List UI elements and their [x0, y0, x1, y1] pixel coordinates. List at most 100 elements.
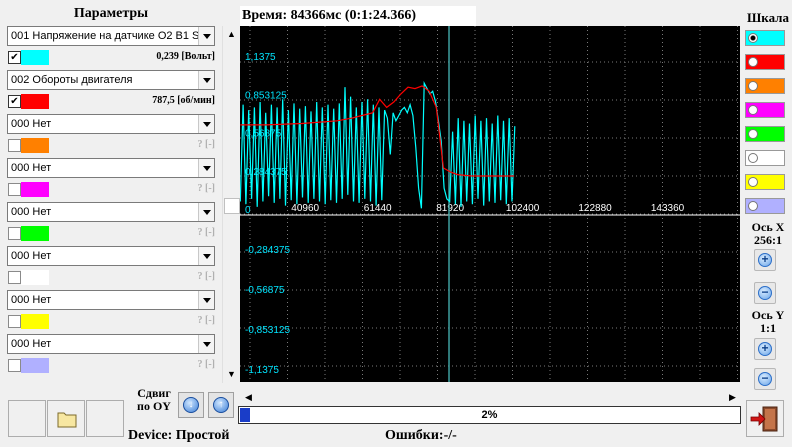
- channel-enable-checkbox[interactable]: ✔: [8, 51, 21, 64]
- x-tick-label: 81920: [436, 203, 464, 214]
- sensor-select-4[interactable]: 000 Нет: [7, 158, 215, 178]
- sensor-select-value: 001 Напряжение на датчике O2 B1 S: [11, 30, 198, 42]
- radio-icon: [748, 33, 758, 43]
- scale-color-option[interactable]: [745, 126, 785, 142]
- channel-color-swatch: [21, 94, 49, 109]
- channel-value: ? [-]: [197, 271, 216, 282]
- chevron-down-icon[interactable]: [198, 247, 214, 265]
- scroll-left-icon[interactable]: ◀: [240, 389, 257, 406]
- errors-status: Ошибки:-/-: [385, 428, 457, 443]
- arrow-up-icon: ↑: [213, 397, 229, 413]
- scale-color-option[interactable]: [745, 150, 785, 166]
- progress-bar: 2%: [238, 406, 741, 424]
- sensor-select-3[interactable]: 000 Нет: [7, 114, 215, 134]
- channel-value: ? [-]: [197, 227, 216, 238]
- chevron-down-icon[interactable]: [198, 27, 214, 45]
- progress-text: 2%: [481, 409, 498, 421]
- axis-y-zoom-in-button[interactable]: +: [754, 338, 776, 360]
- sensor-select-2[interactable]: 002 Обороты двигателя: [7, 70, 215, 90]
- radio-icon: [748, 81, 758, 91]
- exit-button[interactable]: [746, 400, 784, 437]
- scale-color-option[interactable]: [745, 102, 785, 118]
- channel-enable-checkbox[interactable]: ✔: [8, 95, 21, 108]
- channel-color-swatch: [21, 50, 49, 65]
- zoom-in-icon: +: [758, 253, 772, 267]
- axis-y-value: 1:1: [760, 321, 776, 335]
- x-tick-label: 40960: [291, 203, 319, 214]
- channel-value: ? [-]: [197, 359, 216, 370]
- axis-x-zoom-out-button[interactable]: −: [754, 282, 776, 304]
- channel-color-swatch: [21, 314, 49, 329]
- x-tick-label: 143360: [651, 203, 685, 214]
- zoom-out-icon: −: [758, 372, 772, 386]
- radio-icon: [748, 177, 758, 187]
- shift-up-button[interactable]: ↑: [208, 392, 234, 418]
- radio-icon: [748, 129, 758, 139]
- channel-color-swatch: [21, 226, 49, 241]
- x-tick-label: 61440: [364, 203, 392, 214]
- chart-area[interactable]: 1,1375 0,853125 0,56875 0,284375 0 -0,284375-…: [240, 26, 740, 382]
- x-tick-label: 102400: [506, 203, 540, 214]
- channel-value: ? [-]: [197, 139, 216, 150]
- time-scrollbar[interactable]: ◀ ▶: [240, 389, 742, 406]
- radio-icon: [748, 105, 758, 115]
- chevron-down-icon[interactable]: [198, 115, 214, 133]
- sensor-select-value: 000 Нет: [11, 294, 52, 306]
- channel-color-swatch: [21, 138, 49, 153]
- scroll-down-icon[interactable]: ▼: [223, 366, 240, 383]
- sensor-select-7[interactable]: 000 Нет: [7, 290, 215, 310]
- chevron-down-icon[interactable]: [198, 71, 214, 89]
- scroll-up-icon[interactable]: ▲: [223, 26, 240, 43]
- channel-enable-checkbox[interactable]: [8, 183, 21, 196]
- channel-color-swatch: [21, 270, 49, 285]
- sensor-select-5[interactable]: 000 Нет: [7, 202, 215, 222]
- channel-value: ? [-]: [197, 315, 216, 326]
- channel-enable-checkbox[interactable]: [8, 271, 21, 284]
- sensor-select-6[interactable]: 000 Нет: [7, 246, 215, 266]
- params-scrollbar[interactable]: ▲ ▼: [222, 26, 240, 383]
- scale-title: Шкала: [747, 10, 789, 25]
- blank-button-1[interactable]: [8, 400, 46, 437]
- folder-icon: [57, 412, 77, 428]
- series-line-1: [240, 80, 516, 209]
- sensor-select-8[interactable]: 000 Нет: [7, 334, 215, 354]
- open-folder-button[interactable]: [47, 400, 85, 437]
- scale-color-option[interactable]: [745, 174, 785, 190]
- sensor-select-value: 000 Нет: [11, 338, 52, 350]
- chevron-down-icon[interactable]: [198, 203, 214, 221]
- exit-door-icon: [750, 406, 778, 432]
- axis-y-zoom-out-button[interactable]: −: [754, 368, 776, 390]
- channel-enable-checkbox[interactable]: [8, 139, 21, 152]
- sensor-select-value: 000 Нет: [11, 250, 52, 262]
- channel-enable-checkbox[interactable]: [8, 227, 21, 240]
- chart-svg: 1,13750,8531250,568750,2843750-0,284375-…: [240, 26, 740, 382]
- y-tick-label: 0,853125: [245, 90, 287, 101]
- radio-icon: [748, 201, 758, 211]
- chevron-down-icon[interactable]: [198, 335, 214, 353]
- scroll-right-icon[interactable]: ▶: [724, 389, 741, 406]
- scale-color-option[interactable]: [745, 54, 785, 70]
- channel-value: ? [-]: [197, 183, 216, 194]
- chevron-down-icon[interactable]: [198, 159, 214, 177]
- channel-enable-checkbox[interactable]: [8, 315, 21, 328]
- channel-value: 787,5 [об/мин]: [152, 95, 215, 106]
- chevron-down-icon[interactable]: [198, 291, 214, 309]
- blank-button-2[interactable]: [86, 400, 124, 437]
- time-label: Время: 84366мс (0:1:24.366): [240, 6, 476, 26]
- sensor-select-value: 000 Нет: [11, 206, 52, 218]
- shift-down-button[interactable]: ↓: [178, 392, 204, 418]
- sensor-select-1[interactable]: 001 Напряжение на датчике O2 B1 S: [7, 26, 215, 46]
- sensor-select-value: 000 Нет: [11, 162, 52, 174]
- scale-color-option[interactable]: [745, 30, 785, 46]
- shift-oy-label: Сдвиг по OY: [137, 386, 171, 413]
- params-title: Параметры: [73, 6, 149, 21]
- scale-color-option[interactable]: [745, 78, 785, 94]
- y-tick-label: -0,284375: [245, 245, 290, 256]
- channel-enable-checkbox[interactable]: [8, 359, 21, 372]
- y-tick-label: -1,1375: [245, 365, 279, 376]
- axis-x-zoom-in-button[interactable]: +: [754, 249, 776, 271]
- axis-x-value: 256:1: [754, 233, 782, 247]
- zoom-in-icon: +: [758, 342, 772, 356]
- scale-color-option[interactable]: [745, 198, 785, 214]
- scroll-thumb[interactable]: [224, 198, 240, 214]
